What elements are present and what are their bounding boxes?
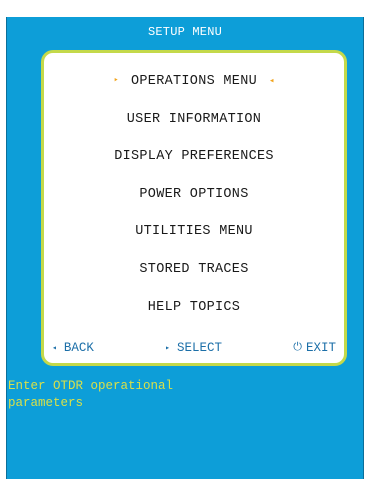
back-label: BACK bbox=[63, 341, 94, 355]
selection-arrow-left-icon: ‣ bbox=[113, 76, 119, 86]
left-triangle-icon: ◂ bbox=[52, 344, 57, 353]
menu-item-power-options[interactable]: POWER OPTIONS bbox=[44, 176, 344, 214]
power-icon: ⏻ bbox=[293, 342, 302, 354]
screen-title: SETUP MENU bbox=[147, 25, 222, 39]
exit-label: EXIT bbox=[305, 341, 336, 355]
select-label: SELECT bbox=[176, 341, 222, 355]
menu-item-label: HELP TOPICS bbox=[147, 299, 241, 315]
device-screen: SETUP MENU ‣ OPERATIONS MENU ◂ USER INFORM… bbox=[6, 17, 364, 479]
setup-menu-panel: ‣ OPERATIONS MENU ◂ USER INFORMATION DISPL… bbox=[41, 50, 347, 366]
menu-item-label: UTILITIES MENU bbox=[135, 224, 253, 240]
menu-item-help-topics[interactable]: HELP TOPICS bbox=[44, 289, 344, 327]
menu-item-label: DISPLAY PREFERENCES bbox=[114, 149, 274, 165]
status-message: Enter OTDR operational parameters bbox=[8, 379, 174, 410]
menu-item-user-information[interactable]: USER INFORMATION bbox=[44, 101, 344, 139]
right-triangle-icon: ▸ bbox=[165, 344, 170, 353]
menu-item-stored-traces[interactable]: STORED TRACES bbox=[44, 251, 344, 289]
softkey-bar: ◂ BACK ▸ SELECT ⏻ EXIT bbox=[52, 339, 336, 357]
menu-item-label: OPERATIONS MENU bbox=[130, 74, 258, 89]
select-button[interactable]: ▸ SELECT bbox=[165, 341, 222, 355]
menu-item-operations-menu[interactable]: ‣ OPERATIONS MENU ◂ bbox=[44, 63, 344, 101]
back-button[interactable]: ◂ BACK bbox=[52, 341, 94, 355]
menu-item-display-preferences[interactable]: DISPLAY PREFERENCES bbox=[44, 138, 344, 176]
selection-arrow-right-icon: ◂ bbox=[269, 76, 275, 86]
menu-item-label: STORED TRACES bbox=[139, 261, 249, 277]
menu-item-label: POWER OPTIONS bbox=[139, 186, 249, 202]
menu-item-utilities-menu[interactable]: UTILITIES MENU bbox=[44, 213, 344, 251]
menu-item-label: USER INFORMATION bbox=[126, 111, 262, 127]
exit-button[interactable]: ⏻ EXIT bbox=[293, 341, 336, 355]
menu-list: ‣ OPERATIONS MENU ◂ USER INFORMATION DISPL… bbox=[44, 63, 344, 326]
